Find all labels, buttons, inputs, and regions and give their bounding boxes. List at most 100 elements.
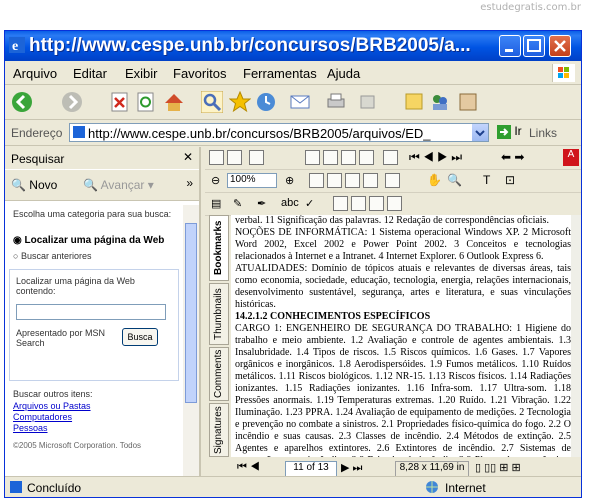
pen-tool-icon[interactable]: ✒ [257,197,266,210]
spell-icon[interactable]: abc [281,197,299,209]
title-bar[interactable]: e http://www.cespe.unb.br/concursos/BRB2… [5,31,581,61]
pdf-nav-buttons[interactable]: ⏮ ◀ ▶ ⏭ [409,150,462,165]
discuss-icon[interactable] [403,91,425,113]
pdf-fit-icon[interactable] [359,150,374,165]
other-items-title: Buscar outros itens: [13,389,93,399]
adobe-logo-icon: A [563,149,579,166]
link-files-folders[interactable]: Arquivos ou Pastas [13,401,91,411]
link-people[interactable]: Pessoas [13,423,48,433]
link-computers[interactable]: Computadores [13,412,72,422]
maximize-button[interactable] [523,35,545,57]
minimize-icon [505,49,513,52]
page-tool-icon-4[interactable] [387,196,402,211]
page-tool-icon-2[interactable] [351,196,366,211]
search-icon[interactable] [201,91,223,113]
hand-tool-icon[interactable]: ✋ [427,173,442,187]
pdf-find-icon[interactable] [305,150,320,165]
fit-page-icon[interactable] [327,173,342,188]
back-icon[interactable] [11,91,33,113]
new-search-button[interactable]: 🔍 Novo [11,178,57,192]
page-tool-icon-3[interactable] [369,196,384,211]
forward-search-button[interactable]: 🔍 Avançar ▾ [83,178,154,192]
option-web-label: Localizar uma página da Web [24,235,165,246]
mail-icon[interactable] [289,91,311,113]
tab-signatures[interactable]: Signatures [209,403,229,457]
stop-icon[interactable] [109,91,131,113]
note-tool-icon[interactable]: ▤ [211,197,221,210]
refresh-icon[interactable] [135,91,157,113]
new-search-icon: 🔍 [11,178,26,192]
page-indicator[interactable]: 11 of 13 [285,461,337,477]
pdf-print-icon[interactable] [227,150,242,165]
tab-thumbnails[interactable]: Thumbnails [209,283,229,345]
menu-editar[interactable]: Editar [73,66,107,81]
scroll-thumb[interactable] [185,223,197,403]
fit-visible-icon[interactable] [363,173,378,188]
search-pane-header: Pesquisar ✕ [5,147,199,169]
new-search-label: Novo [29,178,58,192]
tab-bookmarks[interactable]: Bookmarks [209,215,229,281]
tab-comments[interactable]: Comments [209,347,229,401]
go-button[interactable]: Ir [497,124,522,139]
close-button[interactable] [549,35,571,57]
option-previous-label: Buscar anteriores [20,251,92,261]
search-pane-title: Pesquisar [11,152,65,166]
option-previous-radio[interactable]: ○ Buscar anteriores [13,251,92,261]
pdf-copy-icon[interactable] [249,150,264,165]
zoom-in-icon[interactable]: ⊕ [285,174,294,187]
zoom-input[interactable]: 100% [227,173,277,188]
links-label[interactable]: Links [529,126,557,140]
search-button[interactable]: Busca [122,328,158,346]
favorites-icon[interactable] [229,91,251,113]
address-dropdown[interactable] [472,124,488,141]
pdf-pages-icon[interactable] [341,150,356,165]
address-input[interactable]: http://www.cespe.unb.br/concursos/BRB200… [69,123,489,142]
pencil-tool-icon[interactable]: ✎ [233,197,242,210]
standard-toolbar [5,85,581,120]
pdf-first-prev-icon[interactable]: ⏮ ◀ [237,461,260,474]
research-icon[interactable] [457,91,479,113]
pdf-save-icon[interactable] [209,150,224,165]
radio-unselected-icon: ○ [13,251,19,261]
pdf-history-buttons[interactable]: ⬅ ➡ [501,150,524,164]
actual-size-icon[interactable] [309,173,324,188]
rotate-icon[interactable] [385,173,400,188]
doc-line-3: ATUALIDADES: Domínio de tópicos atuais e… [235,263,571,310]
print-icon[interactable] [325,91,347,113]
messenger-icon[interactable] [429,91,451,113]
zoom-out-icon[interactable]: ⊖ [211,174,220,187]
page-tool-icon-1[interactable] [333,196,348,211]
stamp-icon[interactable]: ✓ [305,197,314,210]
edit-icon[interactable] [357,91,379,113]
pdf-vertical-scrollbar[interactable] [571,215,581,457]
home-icon[interactable] [163,91,185,113]
other-items-list: Arquivos ou Pastas Computadores Pessoas [13,401,91,434]
fit-width-icon[interactable] [345,173,360,188]
pdf-select-icon[interactable] [323,150,338,165]
pdf-next-last-icon[interactable]: ▶ ⏭ [341,461,362,475]
menu-ferramentas[interactable]: Ferramentas [243,66,317,81]
doc-line-1: verbal. 11 Significação das palavras. 12… [235,215,549,226]
layout-buttons-icon[interactable]: ▯ ▯▯ ⊞ ⊞ [475,461,521,474]
minimize-button[interactable] [499,35,521,57]
menu-exibir[interactable]: Exibir [125,66,158,81]
forward-icon[interactable] [61,91,83,113]
snapshot-icon[interactable]: ⊡ [505,173,515,187]
find-label: Localizar uma página da Web contendo: [16,276,135,296]
powered-by-text: Apresentado por MSN Search [16,328,106,348]
text-select-icon[interactable]: T [483,173,490,187]
address-value: http://www.cespe.unb.br/concursos/BRB200… [88,126,431,141]
close-icon[interactable]: ✕ [183,150,193,164]
menu-arquivo[interactable]: Arquivo [13,66,57,81]
more-chevron-icon[interactable]: » [186,176,193,190]
menu-ajuda[interactable]: Ajuda [327,66,360,81]
option-web-radio[interactable]: ◉ Localizar uma página da Web [13,235,164,246]
pdf-layout-icon[interactable] [383,150,398,165]
menu-favoritos[interactable]: Favoritos [173,66,226,81]
search-input[interactable] [16,304,166,320]
zoom-tool-icon[interactable]: 🔍 [447,173,462,187]
search-pane-toolbar: 🔍 Novo 🔍 Avançar ▾ » [5,170,199,201]
search-pane-content: Escolha uma categoria para sua busca: ◉ … [5,205,183,477]
search-pane-scrollbar[interactable] [183,205,199,477]
history-icon[interactable] [255,91,277,113]
